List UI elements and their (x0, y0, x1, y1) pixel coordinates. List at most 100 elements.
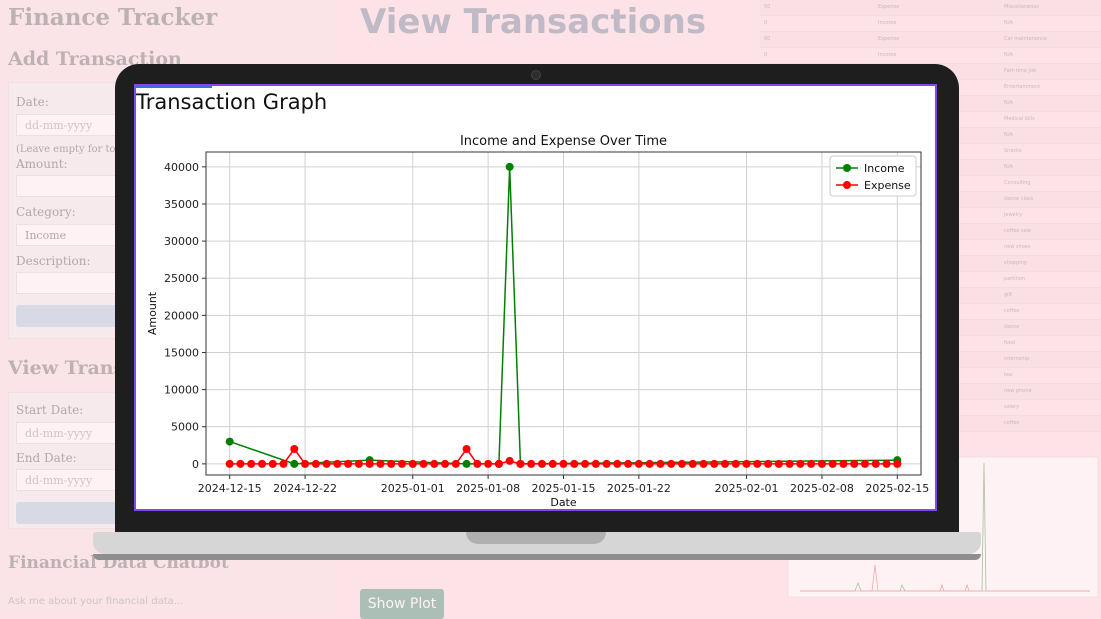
x-axis-label: Date (550, 496, 577, 509)
start-date-label: Start Date: (16, 403, 84, 417)
table-cell: partition (1004, 276, 1026, 282)
income-point (225, 437, 234, 446)
x-tick-label: 2025-01-01 (381, 482, 445, 495)
description-label: Description: (16, 254, 91, 268)
expense-point (677, 459, 686, 468)
expense-point (667, 459, 676, 468)
expense-point (688, 459, 697, 468)
table-cell: tea (1004, 372, 1013, 378)
x-tick-label: 2024-12-15 (198, 482, 262, 495)
chart-title: Income and Expense Over Time (460, 134, 667, 149)
expense-point (301, 459, 310, 468)
table-row: 60 Expense Car maintenance (760, 32, 1101, 48)
expense-point (613, 459, 622, 468)
expense-point (871, 459, 880, 468)
expense-point (548, 459, 557, 468)
table-cell: Income (878, 52, 897, 58)
expense-point (634, 459, 643, 468)
expense-point (344, 459, 353, 468)
app-title: Finance Tracker (8, 4, 218, 31)
expense-point (850, 459, 859, 468)
expense-point (893, 459, 902, 468)
table-cell: internship (1004, 356, 1030, 362)
page-title: View Transactions (360, 2, 707, 42)
expense-point (376, 459, 385, 468)
table-cell: 60 (764, 36, 771, 42)
expense-point (484, 459, 493, 468)
table-cell: Medical bills (1004, 116, 1035, 122)
expense-point (387, 459, 396, 468)
laptop-base-edge (93, 554, 981, 560)
expense-point (473, 459, 482, 468)
legend-label-expense: Expense (864, 179, 911, 192)
expense-point (861, 459, 870, 468)
table-cell: new phone (1004, 388, 1032, 394)
expense-point (699, 459, 708, 468)
y-axis-label: Amount (146, 291, 159, 335)
expense-point (731, 459, 740, 468)
expense-point (419, 459, 428, 468)
income-point (290, 459, 299, 468)
expense-point (656, 459, 665, 468)
table-row: 0 Income N/A (760, 48, 1101, 64)
table-cell: 50 (764, 4, 771, 10)
expense-point (333, 459, 342, 468)
expense-point (710, 459, 719, 468)
table-cell: N/A (1004, 52, 1013, 58)
table-cell: Car maintenance (1004, 36, 1047, 42)
expense-point (785, 459, 794, 468)
expense-point (774, 459, 783, 468)
income-point (462, 459, 471, 468)
expense-point (408, 459, 417, 468)
table-cell: Consulting (1004, 180, 1031, 186)
expense-point (365, 459, 374, 468)
table-cell: gift (1004, 292, 1013, 298)
table-row: 0 Income N/A (760, 16, 1101, 32)
table-cell: N/A (1004, 164, 1013, 170)
table-cell: coffee sale (1004, 228, 1032, 234)
x-tick-label: 2025-02-15 (865, 482, 929, 495)
transaction-graph-modal: Transaction Graph Income and Expense Ove… (134, 84, 937, 511)
table-cell: N/A (1004, 100, 1013, 106)
expense-point (796, 459, 805, 468)
table-cell: Entertainment (1004, 84, 1041, 90)
table-cell: shopping (1004, 260, 1027, 266)
expense-point (537, 459, 546, 468)
expense-point (817, 459, 826, 468)
expense-point (828, 459, 837, 468)
expense-point (322, 459, 331, 468)
expense-point (494, 459, 503, 468)
laptop-notch (466, 532, 606, 544)
y-tick-label: 10000 (164, 384, 199, 397)
expense-point (225, 459, 234, 468)
table-cell: Expense (878, 4, 900, 10)
table-cell: Part-time job (1004, 68, 1037, 74)
y-tick-label: 30000 (164, 235, 199, 248)
expense-point (516, 459, 525, 468)
expense-point (290, 445, 299, 454)
expense-point (581, 459, 590, 468)
x-tick-label: 2024-12-22 (273, 482, 337, 495)
table-cell: salary (1004, 404, 1020, 410)
table-cell: Expense (878, 36, 900, 42)
table-cell: N/A (1004, 20, 1013, 26)
expense-point (602, 459, 611, 468)
expense-point (462, 445, 471, 454)
expense-point (839, 459, 848, 468)
date-label: Date: (16, 95, 49, 109)
expense-point (505, 456, 514, 465)
legend-label-income: Income (864, 162, 905, 175)
table-cell: coffee (1004, 420, 1020, 426)
y-tick-label: 5000 (171, 421, 199, 434)
table-row: 50 Expense Miscellaneous (760, 0, 1101, 16)
table-cell: food (1004, 340, 1016, 346)
y-tick-label: 0 (192, 458, 199, 471)
table-cell: new shoes (1004, 244, 1031, 250)
y-tick-label: 40000 (164, 161, 199, 174)
table-cell: N/A (1004, 132, 1013, 138)
expense-point (764, 459, 773, 468)
category-label: Category: (16, 205, 76, 219)
chatbot-input[interactable]: Ask me about your financial data... (8, 596, 328, 616)
table-cell: 0 (764, 52, 768, 58)
y-tick-label: 15000 (164, 346, 199, 359)
